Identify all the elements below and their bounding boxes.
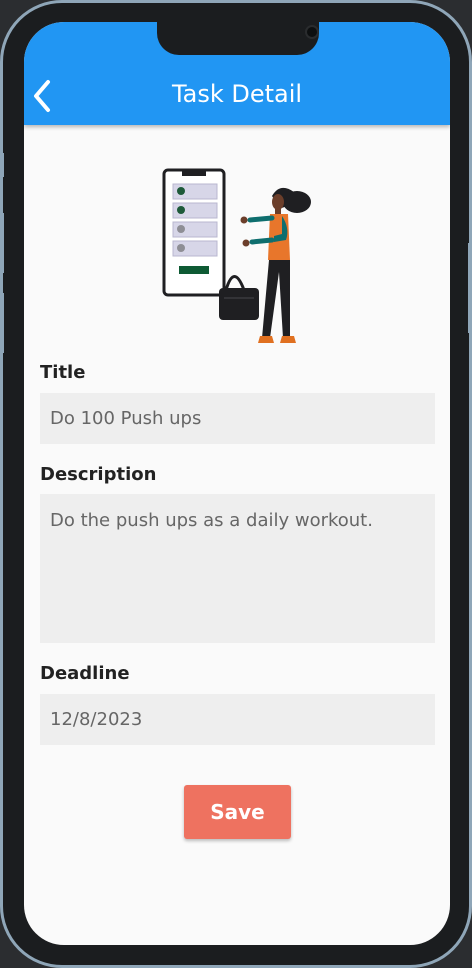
description-label: Description <box>40 464 157 485</box>
app-screen: Task Detail Title Do 100 Push ups Descri… <box>24 22 450 945</box>
side-button <box>0 153 4 177</box>
description-input[interactable]: Do the push ups as a daily workout. <box>40 494 435 643</box>
task-illustration <box>162 168 311 343</box>
power-button <box>468 243 472 333</box>
save-button[interactable]: Save <box>184 785 291 839</box>
deadline-input[interactable]: 12/8/2023 <box>40 694 435 745</box>
volume-down-button <box>0 293 4 353</box>
title-input[interactable]: Do 100 Push ups <box>40 393 435 444</box>
volume-up-button <box>0 213 4 273</box>
title-label: Title <box>40 362 86 383</box>
app-bar: Task Detail <box>24 22 450 125</box>
camera-icon <box>305 25 319 39</box>
notch <box>157 22 319 55</box>
deadline-label: Deadline <box>40 663 130 684</box>
page-title: Task Detail <box>171 80 303 108</box>
